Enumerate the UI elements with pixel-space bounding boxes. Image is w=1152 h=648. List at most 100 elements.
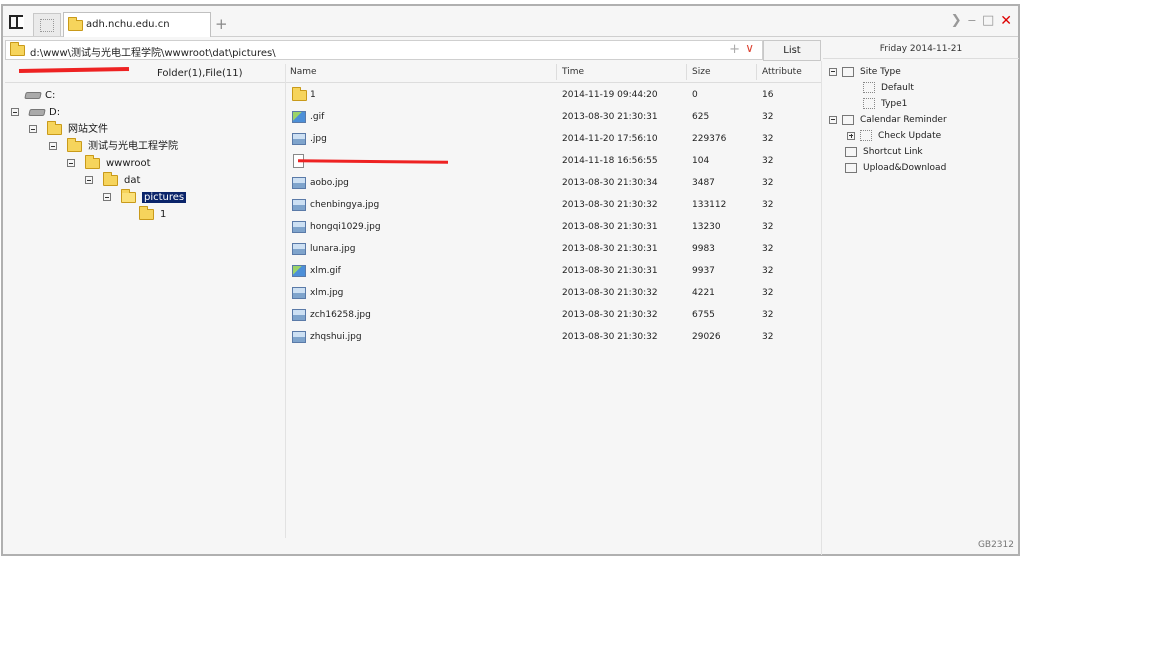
item-icon: [860, 130, 872, 141]
file-attribute: 32: [762, 156, 774, 166]
file-size: 9983: [692, 244, 715, 254]
panel-check-update[interactable]: Check Update: [847, 128, 941, 144]
folder-file-count: Folder(1),File(11): [157, 68, 243, 79]
tree-node-website-files[interactable]: 网站文件: [29, 120, 108, 138]
table-row[interactable]: .gif 2013-08-30 21:30:31 625 32: [286, 106, 821, 128]
tab-bar: adh.nchu.edu.cn + ❯ ‒ □ ✕: [3, 6, 1018, 37]
panel-label: Shortcut Link: [863, 147, 923, 157]
file-name: zhqshui.jpg: [310, 332, 362, 342]
file-name: .jpg: [310, 134, 327, 144]
table-row[interactable]: chenbingya.jpg 2013-08-30 21:30:32 13311…: [286, 194, 821, 216]
file-size: 104: [692, 156, 710, 166]
file-name: .gif: [310, 112, 325, 122]
file-name: chenbingya.jpg: [310, 200, 380, 210]
file-size: 4221: [692, 288, 715, 298]
address-bar[interactable]: d:\www\测试与光电工程学院\wwwroot\dat\pictures\ +…: [5, 40, 763, 60]
file-size: 133112: [692, 200, 727, 210]
folder-icon: [139, 205, 154, 220]
drive-icon: [24, 91, 42, 99]
site-type-icon: [842, 66, 854, 77]
tree-node-pictures[interactable]: pictures: [103, 188, 187, 206]
encoding-indicator[interactable]: GB2312: [978, 540, 1014, 550]
panel-type1[interactable]: Type1: [863, 96, 907, 112]
minimize-button[interactable]: ‒: [968, 14, 976, 28]
collapse-icon[interactable]: [85, 176, 93, 184]
tree-node-1[interactable]: 1: [139, 205, 166, 223]
panel-default[interactable]: Default: [863, 80, 914, 96]
tree-node-d[interactable]: D:: [11, 105, 60, 121]
new-tab-button[interactable]: +: [215, 15, 228, 33]
table-row[interactable]: xlm.jpg 2013-08-30 21:30:32 4221 32: [286, 282, 821, 304]
table-row[interactable]: zch16258.jpg 2013-08-30 21:30:32 6755 32: [286, 304, 821, 326]
drive-icon: [28, 108, 46, 116]
panel-calendar-reminder[interactable]: Calendar Reminder: [829, 112, 947, 128]
panel-label: Site Type: [860, 67, 901, 77]
file-time: 2014-11-20 17:56:10: [562, 134, 658, 144]
tree-node-label: C:: [45, 90, 56, 101]
collapse-icon[interactable]: [49, 142, 57, 150]
folder-icon: [68, 17, 83, 31]
tree-node-c[interactable]: C:: [24, 88, 56, 104]
column-size[interactable]: Size: [692, 62, 710, 82]
address-path[interactable]: d:\www\测试与光电工程学院\wwwroot\dat\pictures\: [30, 44, 276, 59]
folder-icon: [47, 120, 62, 135]
panel-label: Default: [881, 83, 914, 93]
expand-icon[interactable]: [847, 131, 855, 140]
column-name[interactable]: Name: [290, 62, 317, 82]
file-list-header: Name Time Size Attribute: [286, 62, 821, 83]
chevron-right-icon[interactable]: ❯: [951, 14, 962, 28]
folder-icon: [103, 171, 118, 186]
file-time: 2014-11-18 16:56:55: [562, 156, 658, 166]
image-icon: [292, 287, 306, 299]
table-row[interactable]: lunara.jpg 2013-08-30 21:30:31 9983 32: [286, 238, 821, 260]
table-row[interactable]: 2014-11-18 16:56:55 104 32: [286, 150, 821, 172]
tree-node-wwwroot[interactable]: wwwroot: [67, 154, 151, 172]
panel-shortcut-link[interactable]: Shortcut Link: [845, 144, 923, 160]
file-attribute: 32: [762, 244, 774, 254]
table-row[interactable]: hongqi1029.jpg 2013-08-30 21:30:31 13230…: [286, 216, 821, 238]
image-icon: [292, 243, 306, 255]
tree-node-college[interactable]: 测试与光电工程学院: [49, 137, 178, 155]
tab-active[interactable]: adh.nchu.edu.cn: [63, 12, 211, 37]
file-attribute: 32: [762, 310, 774, 320]
file-time: 2013-08-30 21:30:32: [562, 200, 658, 210]
collapse-icon[interactable]: [829, 115, 837, 124]
app-window: adh.nchu.edu.cn + ❯ ‒ □ ✕ d:\www\测试与光电工程…: [1, 4, 1020, 556]
tree-node-dat[interactable]: dat: [85, 171, 140, 189]
table-row[interactable]: .jpg 2014-11-20 17:56:10 229376 32: [286, 128, 821, 150]
tab-blank[interactable]: [33, 13, 61, 36]
sidebar-toggle-icon[interactable]: [9, 15, 24, 29]
file-size: 3487: [692, 178, 715, 188]
close-button[interactable]: ✕: [1000, 14, 1012, 28]
image-icon: [292, 177, 306, 189]
file-name: xlm.gif: [310, 266, 341, 276]
tab-title: adh.nchu.edu.cn: [86, 19, 170, 30]
file-attribute: 32: [762, 112, 774, 122]
table-row[interactable]: xlm.gif 2013-08-30 21:30:31 9937 32: [286, 260, 821, 282]
folder-icon: [10, 42, 25, 56]
file-attribute: 32: [762, 332, 774, 342]
table-row[interactable]: aobo.jpg 2013-08-30 21:30:34 3487 32: [286, 172, 821, 194]
list-button[interactable]: List: [763, 40, 821, 61]
folder-icon: [67, 137, 82, 152]
panel-site-type[interactable]: Site Type: [829, 64, 901, 80]
tree-header: Folder(1),File(11): [5, 64, 285, 83]
file-attribute: 32: [762, 288, 774, 298]
chevron-down-icon[interactable]: ∨: [745, 41, 754, 55]
collapse-icon[interactable]: [29, 125, 37, 133]
file-size: 9937: [692, 266, 715, 276]
splitter-right[interactable]: [821, 61, 822, 555]
collapse-icon[interactable]: [11, 108, 19, 116]
file-time: 2013-08-30 21:30:32: [562, 332, 658, 342]
maximize-button[interactable]: □: [982, 14, 994, 28]
file-time: 2013-08-30 21:30:34: [562, 178, 658, 188]
column-time[interactable]: Time: [562, 62, 584, 82]
collapse-icon[interactable]: [103, 193, 111, 201]
panel-upload-download[interactable]: Upload&Download: [845, 160, 946, 176]
table-row[interactable]: zhqshui.jpg 2013-08-30 21:30:32 29026 32: [286, 326, 821, 348]
collapse-icon[interactable]: [829, 67, 837, 76]
column-attribute[interactable]: Attribute: [762, 62, 802, 82]
table-row[interactable]: 1 2014-11-19 09:44:20 0 16: [286, 84, 821, 106]
collapse-icon[interactable]: [67, 159, 75, 167]
add-bookmark-icon[interactable]: +: [729, 42, 740, 57]
